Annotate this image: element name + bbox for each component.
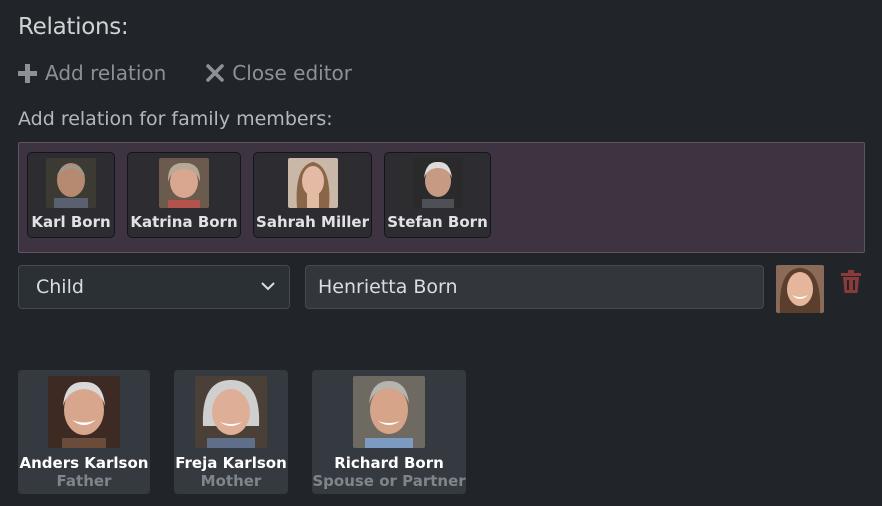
relation-person-name: Anders Karlson <box>19 454 149 472</box>
relation-type-label: Father <box>56 472 112 490</box>
family-member-chip[interactable]: Katrina Born <box>127 152 241 238</box>
editor-toolbar: Add relation Close editor <box>18 61 352 85</box>
relation-person-name: Richard Born <box>334 454 444 472</box>
family-member-name: Karl Born <box>31 213 111 231</box>
trash-icon[interactable] <box>841 270 861 293</box>
avatar <box>48 376 120 448</box>
family-member-chip[interactable]: Stefan Born <box>384 152 491 238</box>
relation-type-label: Spouse or Partner <box>312 472 466 490</box>
avatar <box>46 158 96 208</box>
avatar <box>353 376 425 448</box>
family-member-chip[interactable]: Karl Born <box>27 152 115 238</box>
avatar <box>195 376 267 448</box>
close-icon <box>206 64 225 82</box>
relation-card[interactable]: Richard Born Spouse or Partner <box>312 370 466 494</box>
family-member-name: Katrina Born <box>130 213 238 231</box>
person-name-input[interactable]: Henrietta Born <box>305 265 764 309</box>
family-member-name: Stefan Born <box>387 213 488 231</box>
family-members-label: Add relation for family members: <box>18 108 333 130</box>
avatar <box>776 265 824 313</box>
relation-type-value: Child <box>36 276 84 298</box>
add-relation-button[interactable]: Add relation <box>18 61 166 85</box>
avatar <box>159 158 209 208</box>
close-editor-label: Close editor <box>232 61 352 85</box>
relation-card[interactable]: Freja Karlson Mother <box>174 370 288 494</box>
relation-type-label: Mother <box>200 472 262 490</box>
close-editor-button[interactable]: Close editor <box>206 61 352 85</box>
add-relation-label: Add relation <box>45 61 167 85</box>
chevron-down-icon <box>261 282 275 291</box>
plus-icon <box>18 63 37 83</box>
person-name-value: Henrietta Born <box>318 276 458 298</box>
relation-card[interactable]: Anders Karlson Father <box>18 370 150 494</box>
family-members-panel: Karl Born Katrina Born Sahrah Miller Ste… <box>18 142 865 253</box>
family-member-chip[interactable]: Sahrah Miller <box>253 152 372 238</box>
avatar <box>412 158 463 208</box>
relation-type-select[interactable]: Child <box>18 265 290 309</box>
family-member-name: Sahrah Miller <box>256 213 369 231</box>
avatar <box>287 158 338 208</box>
relation-person-name: Freja Karlson <box>175 454 287 472</box>
section-title: Relations: <box>18 14 129 40</box>
